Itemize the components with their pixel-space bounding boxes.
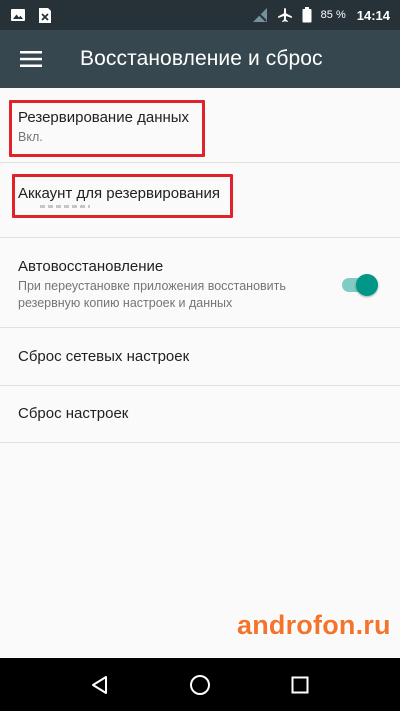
hamburger-menu-icon [20,51,42,67]
obscured-account-text [40,205,90,208]
toggle-thumb [356,274,378,296]
setting-title: Сброс настроек [18,405,129,422]
back-button[interactable] [76,661,124,709]
setting-backup-account[interactable]: Аккаунт для резервирования [0,163,400,238]
status-bar: 85 % 14:14 [0,0,400,30]
setting-title: Автовосстановление [18,258,164,275]
recents-square-icon [291,676,309,694]
battery-icon [302,7,312,23]
setting-backup-data[interactable]: Резервирование данных Вкл. [0,88,400,163]
setting-auto-restore[interactable]: Автовосстановление При переустановке при… [0,238,400,328]
auto-restore-toggle[interactable] [338,274,378,296]
setting-title: Сброс сетевых настроек [18,348,190,365]
battery-percent: 85 % [320,9,346,21]
setting-summary: Вкл. [18,130,43,144]
page-title: Восстановление и сброс [80,47,323,70]
home-button[interactable] [176,661,224,709]
menu-button[interactable] [0,30,62,88]
sim-card-icon [38,7,52,24]
setting-title: Резервирование данных [18,109,190,126]
setting-summary: При переустановке приложения восстановит… [18,279,286,310]
setting-title: Аккаунт для резервирования [18,185,220,202]
watermark: androfon.ru [237,610,391,640]
setting-factory-reset[interactable]: Сброс настроек [0,386,400,443]
home-circle-icon [189,674,211,696]
no-signal-icon [252,7,268,23]
image-icon [10,7,26,23]
app-bar: Восстановление и сброс [0,30,400,88]
clock: 14:14 [356,7,390,23]
airplane-icon [277,7,293,23]
back-triangle-icon [90,675,110,695]
setting-network-reset[interactable]: Сброс сетевых настроек [0,328,400,386]
recents-button[interactable] [276,661,324,709]
navigation-bar [0,658,400,711]
settings-list: Резервирование данных Вкл. Аккаунт для р… [0,88,400,443]
